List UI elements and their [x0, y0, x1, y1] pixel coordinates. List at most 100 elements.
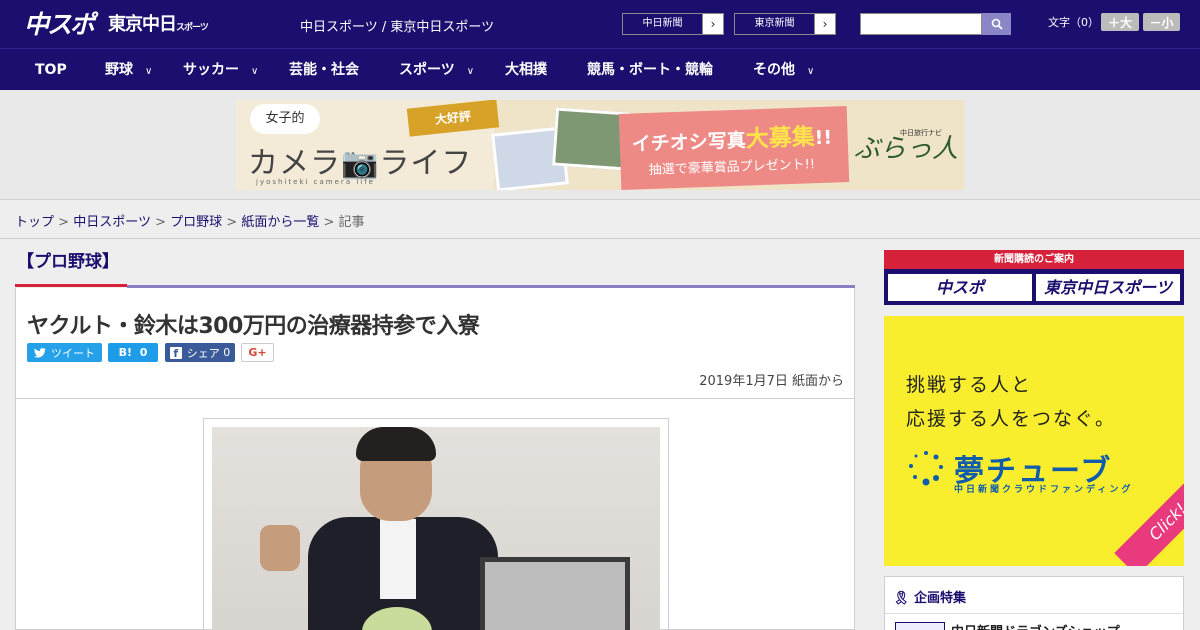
- banner-area: 女子的 カメラ📷ライフ jyoshiteki camera life 大好評 イ…: [0, 90, 1200, 200]
- tweet-label: ツイート: [51, 346, 95, 360]
- hatena-icon: B!: [118, 346, 133, 359]
- nav-label: スポーツ: [399, 62, 455, 78]
- banner-subtitle: jyoshiteki camera life: [256, 178, 375, 186]
- chevron-right-icon: ›: [822, 17, 828, 31]
- article-photo[interactable]: [212, 427, 660, 630]
- ext-link-label: 中日新聞: [623, 14, 703, 34]
- facebook-icon: f: [169, 346, 182, 360]
- article-container: ヤクルト・鈴木は300万円の治療器持参で入寮 ツイート B! 0 f シェア 0…: [15, 288, 855, 630]
- nav-item-top[interactable]: TOP: [35, 49, 67, 91]
- feature-title-text: 企画特集: [914, 591, 967, 606]
- breadcrumb-separator: >: [155, 215, 166, 230]
- breadcrumb-separator: >: [58, 215, 70, 230]
- search-input[interactable]: [860, 13, 982, 35]
- nav-label: 野球: [105, 62, 133, 78]
- chunichi-shimbun-link[interactable]: 中日新聞 ›: [622, 13, 724, 35]
- feature-thumbnail[interactable]: [895, 622, 945, 630]
- chuspo-logo-text: 中スポ: [24, 10, 95, 39]
- breadcrumb-link[interactable]: 紙面から一覧: [241, 215, 319, 230]
- tokyo-chunichi-logo[interactable]: 東京中日スポーツ: [108, 10, 209, 36]
- breadcrumb: トップ > 中日スポーツ > プロ野球 > 紙面から一覧 > 記事: [15, 211, 365, 230]
- nav-label: 芸能・社会: [289, 62, 359, 78]
- nav-label: その他: [753, 62, 795, 78]
- twitter-bird-icon: [34, 347, 46, 358]
- banner-headline-pre: イチオシ写真: [631, 129, 747, 156]
- camera-life-banner-ad[interactable]: 女子的 カメラ📷ライフ jyoshiteki camera life 大好評 イ…: [236, 100, 964, 190]
- hatena-bookmark-button[interactable]: B! 0: [108, 343, 158, 362]
- banner-tagline: 抽選で豪華賞品プレゼント!!: [648, 157, 816, 178]
- divider: [0, 238, 1200, 239]
- tokyo-chunichi-subscribe-button[interactable]: 東京中日スポーツ: [1036, 274, 1180, 301]
- banner-brand: ぶらっ人: [854, 134, 959, 164]
- ad-line-2: 応援する人をつなぐ。: [906, 408, 1117, 430]
- nav-label: 大相撲: [505, 62, 547, 78]
- nav-item-other[interactable]: その他 ∨: [753, 49, 814, 91]
- banner-bubble: 女子的: [250, 104, 320, 134]
- site-title: 中日スポーツ / 東京中日スポーツ: [300, 20, 495, 35]
- chevron-down-icon: ∨: [251, 66, 259, 77]
- article-date: 2019年1月7日 紙面から: [699, 374, 844, 389]
- chevron-right-icon: ›: [710, 17, 716, 31]
- nav-item-racing[interactable]: 競馬・ボート・競輪: [587, 49, 713, 91]
- breadcrumb-separator: >: [226, 215, 238, 230]
- divider: [16, 398, 854, 399]
- breadcrumb-link[interactable]: 中日スポーツ: [73, 215, 151, 230]
- banner-title: カメラ📷ライフ: [248, 146, 473, 181]
- facebook-share-label: シェア: [186, 346, 220, 360]
- nav-item-sports[interactable]: スポーツ ∨: [399, 49, 474, 91]
- breadcrumb-current: 記事: [338, 215, 365, 230]
- nav-item-sumo[interactable]: 大相撲: [505, 49, 547, 91]
- feature-title: 🎗 企画特集: [893, 587, 966, 606]
- nav-label: サッカー: [183, 62, 239, 78]
- category-label: 【プロ野球】: [17, 252, 119, 272]
- photo-fist-shape: [260, 525, 300, 571]
- category-heading: 【プロ野球】: [15, 249, 127, 287]
- breadcrumb-link[interactable]: トップ: [15, 215, 54, 230]
- banner-headline-post: !!: [814, 126, 833, 150]
- chevron-down-icon: ∨: [145, 66, 153, 77]
- search-button[interactable]: [982, 13, 1011, 35]
- text-size-up-button[interactable]: ＋大: [1101, 13, 1139, 31]
- main-nav: TOP 野球 ∨ サッカー ∨ 芸能・社会 スポーツ ∨ 大相撲 競馬・ボート・競輪 …: [0, 48, 1200, 90]
- ribbon-icon: 🎗: [893, 591, 910, 606]
- tokyo-logo-small: スポーツ: [176, 23, 209, 33]
- photo-hair-shape: [356, 427, 436, 461]
- nav-item-baseball[interactable]: 野球 ∨: [105, 49, 152, 91]
- ext-link-label: 東京新聞: [735, 14, 815, 34]
- banner-headline-panel: イチオシ写真大募集!! 抽選で豪華賞品プレゼント!!: [618, 106, 850, 190]
- breadcrumb-separator: >: [323, 215, 335, 230]
- subscription-header: 新聞購読のご案内: [884, 250, 1184, 269]
- article-title: ヤクルト・鈴木は300万円の治療器持参で入寮: [27, 314, 480, 339]
- divider: [885, 613, 1183, 614]
- facebook-count: 0: [223, 346, 231, 359]
- nav-item-soccer[interactable]: サッカー ∨: [183, 49, 258, 91]
- banner-headline-big: 大募集: [745, 124, 816, 153]
- search-icon: [991, 18, 1003, 30]
- ad-brand-sub: 中日新聞クラウドファンディング: [954, 485, 1134, 495]
- nav-item-entertainment[interactable]: 芸能・社会: [289, 49, 359, 91]
- chevron-down-icon: ∨: [807, 66, 815, 77]
- nav-label: TOP: [35, 62, 67, 78]
- photo-case-shape: [480, 557, 630, 630]
- chuspo-subscribe-button[interactable]: 中スポ: [888, 274, 1032, 301]
- text-size-down-button[interactable]: －小: [1143, 13, 1180, 31]
- feature-box: 🎗 企画特集 中日新聞ドラゴンズショップ: [884, 576, 1184, 630]
- tokyo-logo-text: 東京中日: [108, 14, 177, 35]
- ad-line-1: 挑戦する人と: [906, 374, 1033, 396]
- tweet-button[interactable]: ツイート: [27, 343, 102, 362]
- yume-tube-ad[interactable]: 挑戦する人と 応援する人をつなぐ。 夢チューブ 中日新聞クラウドファンディング …: [884, 316, 1184, 566]
- google-plus-button[interactable]: G+: [241, 343, 274, 362]
- hatena-count: 0: [139, 346, 148, 359]
- facebook-share-button[interactable]: f シェア 0: [165, 343, 235, 362]
- top-header: 中スポ 東京中日スポーツ 中日スポーツ / 東京中日スポーツ 中日新聞 › 東京…: [0, 0, 1200, 48]
- subscription-box: 新聞購読のご案内 中スポ 東京中日スポーツ: [884, 250, 1184, 305]
- feature-item-link[interactable]: 中日新聞ドラゴンズショップ: [951, 621, 1120, 630]
- text-size-label: 文字（0）: [1048, 16, 1099, 29]
- nav-label: 競馬・ボート・競輪: [587, 62, 713, 78]
- photo-shirt-shape: [380, 519, 416, 599]
- dots-logo-icon: [909, 451, 943, 486]
- chuspo-logo[interactable]: 中スポ: [24, 6, 95, 40]
- tokyo-shimbun-link[interactable]: 東京新聞 ›: [734, 13, 836, 35]
- breadcrumb-link[interactable]: プロ野球: [170, 215, 222, 230]
- article-photo-frame: [203, 418, 669, 630]
